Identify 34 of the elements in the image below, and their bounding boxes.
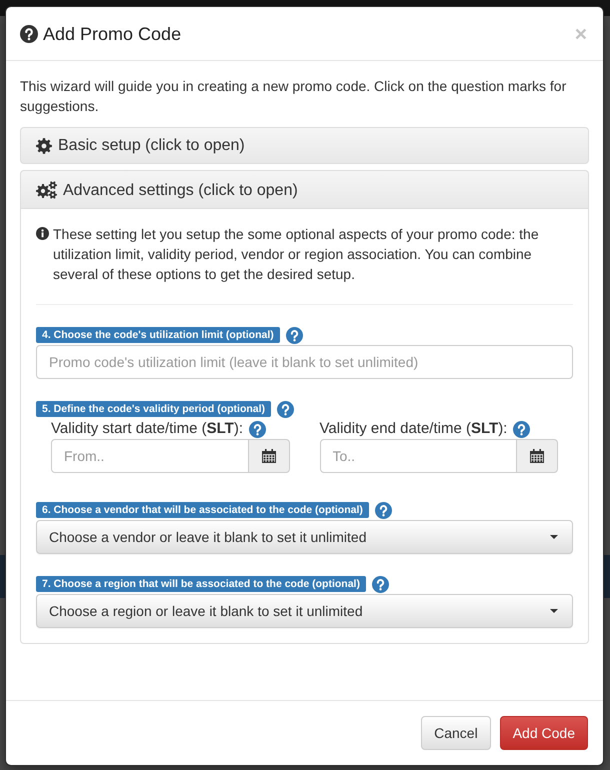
step-label: 4. Choose the code's utilization limit (optional) [36, 327, 280, 343]
help-icon[interactable] [372, 576, 389, 592]
gear-icon [36, 138, 52, 154]
date-input[interactable]: To.. [320, 439, 517, 473]
caret-icon [550, 609, 558, 613]
caret-icon [550, 535, 558, 539]
help-icon[interactable] [513, 420, 530, 438]
cancel-button[interactable]: Cancel [421, 716, 491, 750]
field-label: Validity start date/time (SLT): [51, 419, 244, 439]
help-icon[interactable] [249, 420, 266, 438]
dialog-title: Add Promo Code [43, 23, 182, 46]
accordion-header[interactable]: Advanced settings (click to open) [20, 170, 589, 209]
step-label: 7. Choose a region that will be associated to the code (optional) [36, 576, 366, 592]
text-input[interactable]: Promo code's utilization limit (leave it blank to set unlimited) [36, 345, 573, 379]
calendar-icon [530, 449, 544, 463]
field-label: Validity end date/time (SLT): [320, 419, 508, 439]
calendar-icon [262, 449, 276, 463]
date-input[interactable]: From.. [51, 439, 248, 473]
add-code-button[interactable]: Add Code [500, 716, 588, 750]
accordion-header[interactable]: Basic setup (click to open) [20, 127, 589, 164]
info-text: These setting let you setup the some optional aspects of your promo code: the utilization limit, validity period, vendor or region association. You can combine several of these options to get the desired setup. [53, 225, 540, 284]
dropdown-select[interactable]: Choose a vendor or leave it blank to set it unlimited [36, 520, 573, 554]
step-label: 6. Choose a vendor that will be associated to the code (optional) [36, 502, 369, 518]
calendar-button[interactable] [248, 439, 290, 473]
help-icon [20, 25, 38, 43]
gears-icon [36, 181, 57, 199]
help-icon[interactable] [374, 502, 392, 518]
help-icon[interactable] [286, 326, 303, 344]
calendar-button[interactable] [517, 439, 558, 473]
help-icon[interactable] [277, 400, 294, 418]
dropdown-select[interactable]: Choose a region or leave it blank to set it unlimited [36, 594, 573, 628]
info-icon [36, 227, 49, 240]
step-label: 5. Define the code's validity period (optional) [36, 401, 272, 417]
intro-text: This wizard will guide you in creating a new promo code. Click on the question marks for suggestions. [20, 77, 568, 116]
